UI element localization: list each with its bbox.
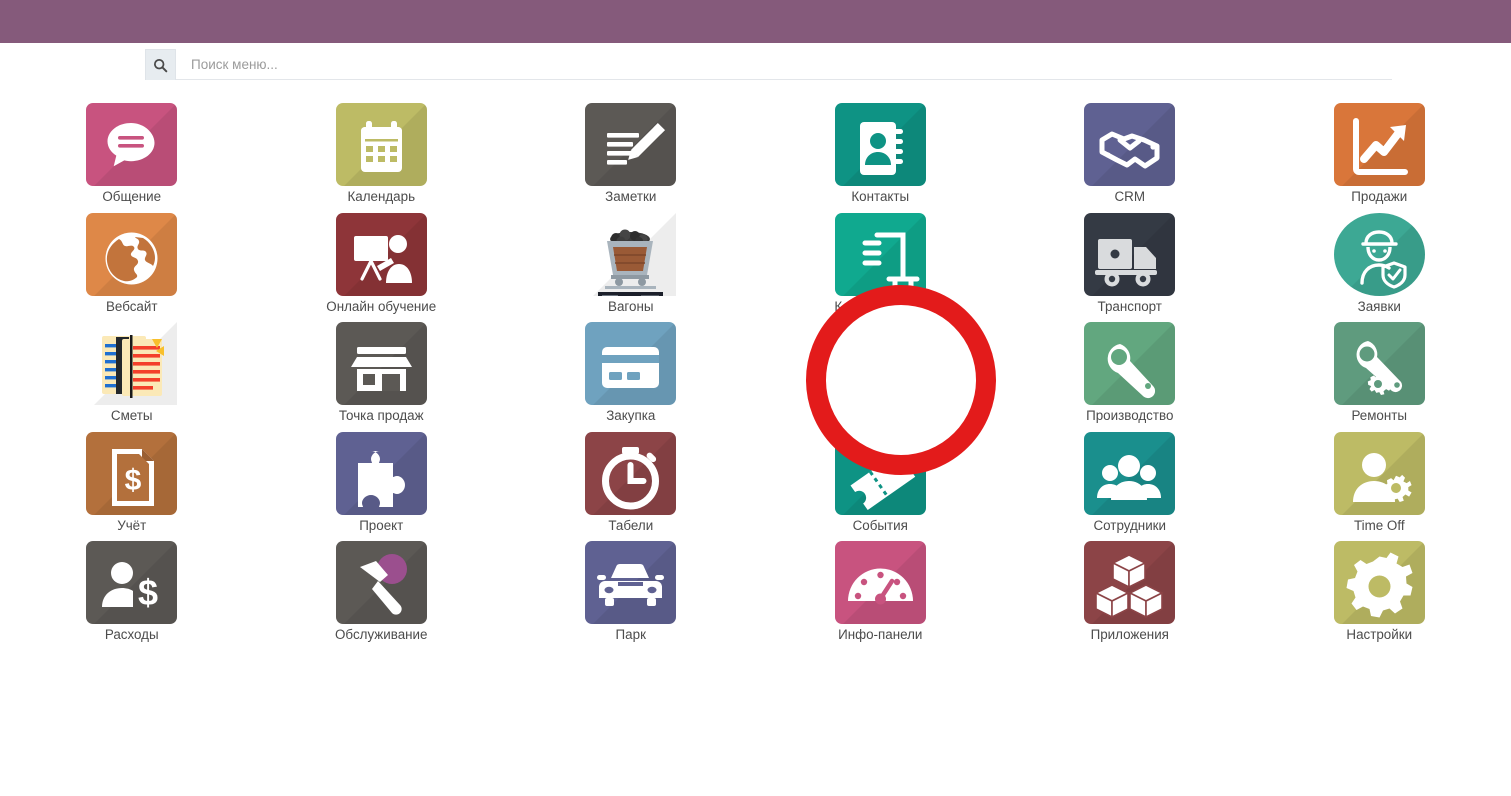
- invoice-dollar-icon[interactable]: $: [86, 431, 178, 515]
- chat-bubble-icon[interactable]: [86, 103, 178, 187]
- wrench-gear-icon[interactable]: [1333, 322, 1425, 406]
- app-tile-label: Сметы: [110, 408, 153, 424]
- app-tile-label: Производство: [1086, 408, 1174, 424]
- app-tile-label: Табели: [608, 517, 654, 533]
- app-tile-календарь[interactable]: Календарь: [257, 95, 507, 205]
- app-tile-label: Вебсайт: [105, 298, 158, 314]
- person-gear-icon[interactable]: [1333, 431, 1425, 515]
- worker-shield-icon[interactable]: [1333, 212, 1425, 296]
- open-box-icon[interactable]: [834, 322, 926, 406]
- app-tile-точка-продаж[interactable]: Точка продаж: [257, 314, 507, 424]
- svg-text:$: $: [125, 464, 142, 497]
- car-icon[interactable]: [585, 541, 677, 625]
- menu-search-bar: [145, 49, 1392, 80]
- credit-card-icon[interactable]: [585, 322, 677, 406]
- app-tile-crm[interactable]: CRM: [1005, 95, 1255, 205]
- chart-arrow-up-icon[interactable]: [1333, 103, 1425, 187]
- app-tile-label: Продажи: [1351, 189, 1408, 205]
- app-tile-label: Контакты: [851, 189, 910, 205]
- app-tile-label: Обслуживание: [335, 627, 428, 643]
- app-tile-заявки[interactable]: Заявки: [1255, 205, 1505, 315]
- person-dollar-icon[interactable]: $: [86, 541, 178, 625]
- app-tile-label: Закупка: [606, 408, 656, 424]
- app-tile-вагоны[interactable]: Вагоны: [506, 205, 756, 315]
- app-tile-приложения[interactable]: Приложения: [1005, 533, 1255, 643]
- app-tile-настройки[interactable]: Настройки: [1255, 533, 1505, 643]
- app-tile-label: Парк: [615, 627, 646, 643]
- truck-gear-icon[interactable]: [1084, 212, 1176, 296]
- app-tile-сметы[interactable]: Сметы: [7, 314, 257, 424]
- app-tile-инфо-панели[interactable]: Инфо-панели: [756, 533, 1006, 643]
- app-tile-label: Инфо-панели: [838, 627, 923, 643]
- app-tile-вебсайт[interactable]: Вебсайт: [7, 205, 257, 315]
- app-tile-time-off[interactable]: Time Off: [1255, 424, 1505, 534]
- app-tile-label: Ремонты: [1351, 408, 1408, 424]
- app-tile-ремонты[interactable]: Ремонты: [1255, 314, 1505, 424]
- app-tile-label: Настройки: [1346, 627, 1413, 643]
- app-tile-события[interactable]: События: [756, 424, 1006, 534]
- puzzle-piece-icon[interactable]: [335, 431, 427, 515]
- app-tile-label: Календарь: [347, 189, 416, 205]
- app-tile-label: Заявки: [1357, 298, 1401, 314]
- calendar-icon[interactable]: [335, 103, 427, 187]
- app-tile-label: Заметки: [605, 189, 657, 205]
- app-tile-табели[interactable]: Табели: [506, 424, 756, 534]
- coal-wagon-icon[interactable]: [585, 212, 677, 296]
- app-launcher-screen: Общение Календарь Заметки Контакты CRM Продаж…: [0, 0, 1511, 796]
- app-tile-учёт[interactable]: $ Учёт: [7, 424, 257, 534]
- app-tile-label: Расходы: [104, 627, 159, 643]
- app-tile-label: Вагоны: [608, 298, 654, 314]
- app-tile-label: События: [852, 517, 908, 533]
- app-tile-парк[interactable]: Парк: [506, 533, 756, 643]
- handshake-icon[interactable]: [1084, 103, 1176, 187]
- svg-text:$: $: [138, 572, 158, 613]
- app-tile-label: Time Off: [1353, 517, 1405, 533]
- wrench-icon[interactable]: [1084, 322, 1176, 406]
- app-tile-продажи[interactable]: Продажи: [1255, 95, 1505, 205]
- app-tile-контур-диадок[interactable]: Контур.Диадок: [756, 205, 1006, 315]
- gauge-icon[interactable]: [834, 541, 926, 625]
- app-tile-label: Приложения: [1090, 627, 1169, 643]
- document-stamp-icon[interactable]: [834, 212, 926, 296]
- hammer-icon[interactable]: [335, 541, 427, 625]
- top-navbar: [0, 0, 1511, 43]
- app-tile-производство[interactable]: Производство: [1005, 314, 1255, 424]
- app-tile-транспорт[interactable]: Транспорт: [1005, 205, 1255, 315]
- app-tile-label: Транспорт: [1097, 298, 1162, 314]
- app-tile-склад[interactable]: Склад: [756, 314, 1006, 424]
- app-tile-обслуживание[interactable]: Обслуживание: [257, 533, 507, 643]
- app-tile-общение[interactable]: Общение: [7, 95, 257, 205]
- stopwatch-icon[interactable]: [585, 431, 677, 515]
- app-tile-label: Склад: [860, 408, 900, 424]
- globe-icon[interactable]: [86, 212, 178, 296]
- app-tile-закупка[interactable]: Закупка: [506, 314, 756, 424]
- app-tile-заметки[interactable]: Заметки: [506, 95, 756, 205]
- search-button[interactable]: [145, 49, 176, 80]
- storefront-icon[interactable]: [335, 322, 427, 406]
- app-tile-label: Онлайн обучение: [326, 298, 437, 314]
- app-tile-контакты[interactable]: Контакты: [756, 95, 1006, 205]
- app-tile-расходы[interactable]: $ Расходы: [7, 533, 257, 643]
- app-tile-label: Контур.Диадок: [834, 298, 927, 314]
- app-tile-label: Общение: [102, 189, 162, 205]
- app-tile-label: Сотрудники: [1093, 517, 1167, 533]
- app-grid: Общение Календарь Заметки Контакты CRM Продаж…: [0, 95, 1511, 643]
- note-pencil-icon[interactable]: [585, 103, 677, 187]
- app-tile-label: Проект: [359, 517, 404, 533]
- people-group-icon[interactable]: [1084, 431, 1176, 515]
- cubes-icon[interactable]: [1084, 541, 1176, 625]
- whiteboard-teacher-icon[interactable]: [335, 212, 427, 296]
- gear-icon[interactable]: [1333, 541, 1425, 625]
- estimate-sheets-icon[interactable]: [86, 322, 178, 406]
- app-tile-проект[interactable]: Проект: [257, 424, 507, 534]
- app-tile-сотрудники[interactable]: Сотрудники: [1005, 424, 1255, 534]
- address-book-icon[interactable]: [834, 103, 926, 187]
- app-tile-label: Точка продаж: [338, 408, 424, 424]
- ticket-icon[interactable]: [834, 431, 926, 515]
- app-tile-онлайн-обучение[interactable]: Онлайн обучение: [257, 205, 507, 315]
- search-input[interactable]: [176, 49, 1392, 79]
- search-icon: [153, 58, 168, 73]
- app-tile-label: CRM: [1114, 189, 1146, 205]
- app-tile-label: Учёт: [117, 517, 147, 533]
